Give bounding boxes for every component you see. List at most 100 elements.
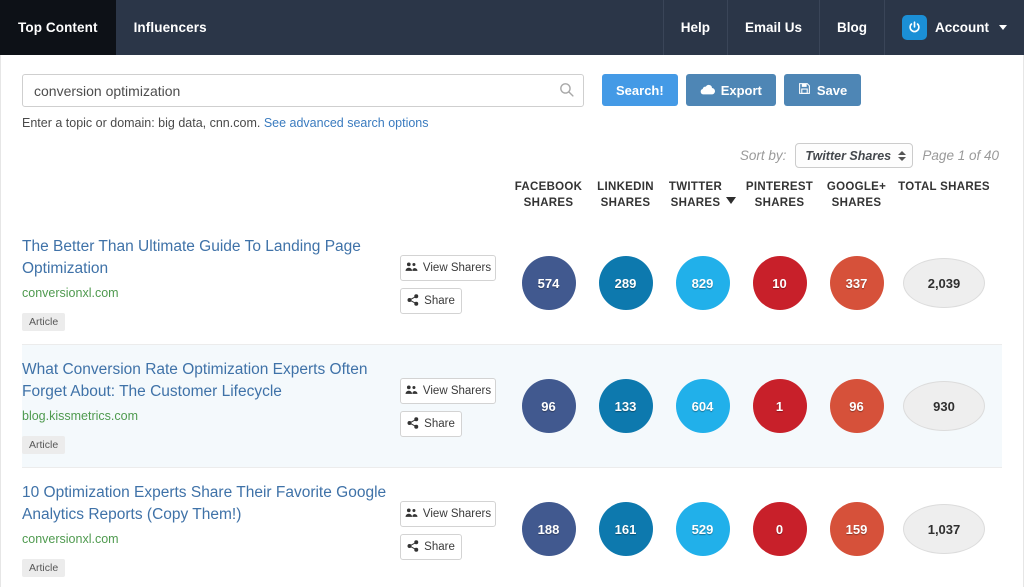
sort-select[interactable]: Twitter Shares: [795, 143, 913, 168]
nav-link-blog[interactable]: Blog: [819, 0, 884, 55]
view-sharers-button[interactable]: View Sharers: [400, 378, 496, 404]
share-label: Share: [424, 418, 455, 430]
linkedin-shares-bubble: 133: [599, 379, 653, 433]
save-button-label: Save: [817, 83, 847, 98]
export-button[interactable]: Export: [686, 74, 776, 106]
result-title-link[interactable]: The Better Than Ultimate Guide To Landin…: [22, 236, 400, 280]
table-row: What Conversion Rate Optimization Expert…: [22, 344, 1002, 467]
header-googleplus-shares[interactable]: Google+ Shares: [818, 179, 895, 211]
cell-pinterest: 0: [741, 482, 818, 556]
users-icon: [405, 507, 418, 521]
cell-facebook: 96: [510, 359, 587, 433]
googleplus-shares-bubble: 96: [830, 379, 884, 433]
share-button[interactable]: Share: [400, 288, 462, 314]
view-sharers-label: View Sharers: [423, 508, 491, 520]
cell-total: 930: [895, 359, 993, 431]
result-type-badge: Article: [22, 313, 65, 331]
result-info: 10 Optimization Experts Share Their Favo…: [22, 482, 400, 577]
header-total-shares[interactable]: Total Shares: [895, 179, 993, 195]
view-sharers-button[interactable]: View Sharers: [400, 501, 496, 527]
advanced-search-options-link[interactable]: See advanced search options: [264, 116, 429, 130]
save-button[interactable]: Save: [784, 74, 861, 106]
header-googleplus-line2: Shares: [827, 195, 886, 211]
total-shares-bubble: 930: [903, 381, 985, 431]
main-content: Search! Export Save: [0, 55, 1024, 587]
share-button[interactable]: Share: [400, 534, 462, 560]
view-sharers-label: View Sharers: [423, 262, 491, 274]
twitter-shares-bubble: 604: [676, 379, 730, 433]
header-linkedin-shares[interactable]: LinkedIn Shares: [587, 179, 664, 211]
table-header-row: Facebook Shares LinkedIn Shares Twitter …: [22, 179, 1002, 222]
floppy-disk-icon: [798, 82, 811, 98]
result-domain-link[interactable]: blog.kissmetrics.com: [22, 409, 400, 423]
nav-link-blog-label: Blog: [837, 20, 867, 35]
cell-total: 2,039: [895, 236, 993, 308]
nav-link-help-label: Help: [681, 20, 710, 35]
top-navbar: Top Content Influencers Help Email Us Bl…: [0, 0, 1024, 55]
share-label: Share: [424, 541, 455, 553]
cell-googleplus: 159: [818, 482, 895, 556]
users-icon: [405, 384, 418, 398]
search-buttons: Search! Export Save: [602, 74, 861, 106]
navbar-tabs: Top Content Influencers: [0, 0, 225, 55]
header-total-line1: Total Shares: [898, 179, 990, 195]
cell-linkedin: 133: [587, 359, 664, 433]
stepper-icon: [898, 151, 906, 161]
result-actions: View Sharers Share: [400, 236, 510, 321]
search-button[interactable]: Search!: [602, 74, 678, 106]
tab-influencers-label: Influencers: [134, 20, 207, 35]
result-type-badge: Article: [22, 559, 65, 577]
total-shares-bubble: 2,039: [903, 258, 985, 308]
tab-influencers[interactable]: Influencers: [116, 0, 225, 55]
nav-link-email-us-label: Email Us: [745, 20, 802, 35]
header-pinterest-line1: Pinterest: [746, 179, 813, 195]
googleplus-shares-bubble: 159: [830, 502, 884, 556]
cell-twitter: 829: [664, 236, 741, 310]
chevron-down-icon: [999, 25, 1007, 30]
search-hint-text: Enter a topic or domain: big data, cnn.c…: [22, 116, 260, 130]
table-row: 10 Optimization Experts Share Their Favo…: [22, 467, 1002, 587]
tab-top-content-label: Top Content: [18, 20, 98, 35]
header-pinterest-line2: Shares: [746, 195, 813, 211]
search-input[interactable]: [22, 74, 584, 107]
header-googleplus-line1: Google+: [827, 179, 886, 195]
result-title-link[interactable]: What Conversion Rate Optimization Expert…: [22, 359, 400, 403]
nav-link-help[interactable]: Help: [663, 0, 727, 55]
header-linkedin-line2: Shares: [597, 195, 654, 211]
share-button[interactable]: Share: [400, 411, 462, 437]
facebook-shares-bubble: 188: [522, 502, 576, 556]
result-title-link[interactable]: 10 Optimization Experts Share Their Favo…: [22, 482, 400, 526]
cell-total: 1,037: [895, 482, 993, 554]
share-nodes-icon: [407, 417, 419, 432]
cell-pinterest: 1: [741, 359, 818, 433]
twitter-shares-bubble: 529: [676, 502, 730, 556]
googleplus-shares-bubble: 337: [830, 256, 884, 310]
header-pinterest-shares[interactable]: Pinterest Shares: [741, 179, 818, 211]
view-sharers-button[interactable]: View Sharers: [400, 255, 496, 281]
share-nodes-icon: [407, 540, 419, 555]
cell-twitter: 604: [664, 359, 741, 433]
sort-descending-icon: [726, 197, 736, 204]
result-domain-link[interactable]: conversionxl.com: [22, 532, 400, 546]
header-twitter-line1: Twitter: [669, 179, 722, 195]
nav-link-email-us[interactable]: Email Us: [727, 0, 819, 55]
sort-select-value: Twitter Shares: [805, 149, 891, 163]
linkedin-shares-bubble: 289: [599, 256, 653, 310]
tab-top-content[interactable]: Top Content: [0, 0, 116, 55]
pinterest-shares-bubble: 10: [753, 256, 807, 310]
header-facebook-line1: Facebook: [515, 179, 583, 195]
search-hint: Enter a topic or domain: big data, cnn.c…: [22, 116, 1002, 130]
table-row: The Better Than Ultimate Guide To Landin…: [22, 222, 1002, 344]
sort-by-label: Sort by:: [740, 148, 787, 163]
header-twitter-shares[interactable]: Twitter Shares: [664, 179, 741, 211]
cloud-icon: [700, 83, 715, 98]
cell-pinterest: 10: [741, 236, 818, 310]
account-label: Account: [935, 20, 989, 35]
cell-twitter: 529: [664, 482, 741, 556]
account-menu[interactable]: Account: [884, 0, 1024, 55]
header-linkedin-line1: LinkedIn: [597, 179, 654, 195]
result-domain-link[interactable]: conversionxl.com: [22, 286, 400, 300]
share-label: Share: [424, 295, 455, 307]
result-type-badge: Article: [22, 436, 65, 454]
header-facebook-shares[interactable]: Facebook Shares: [510, 179, 587, 211]
